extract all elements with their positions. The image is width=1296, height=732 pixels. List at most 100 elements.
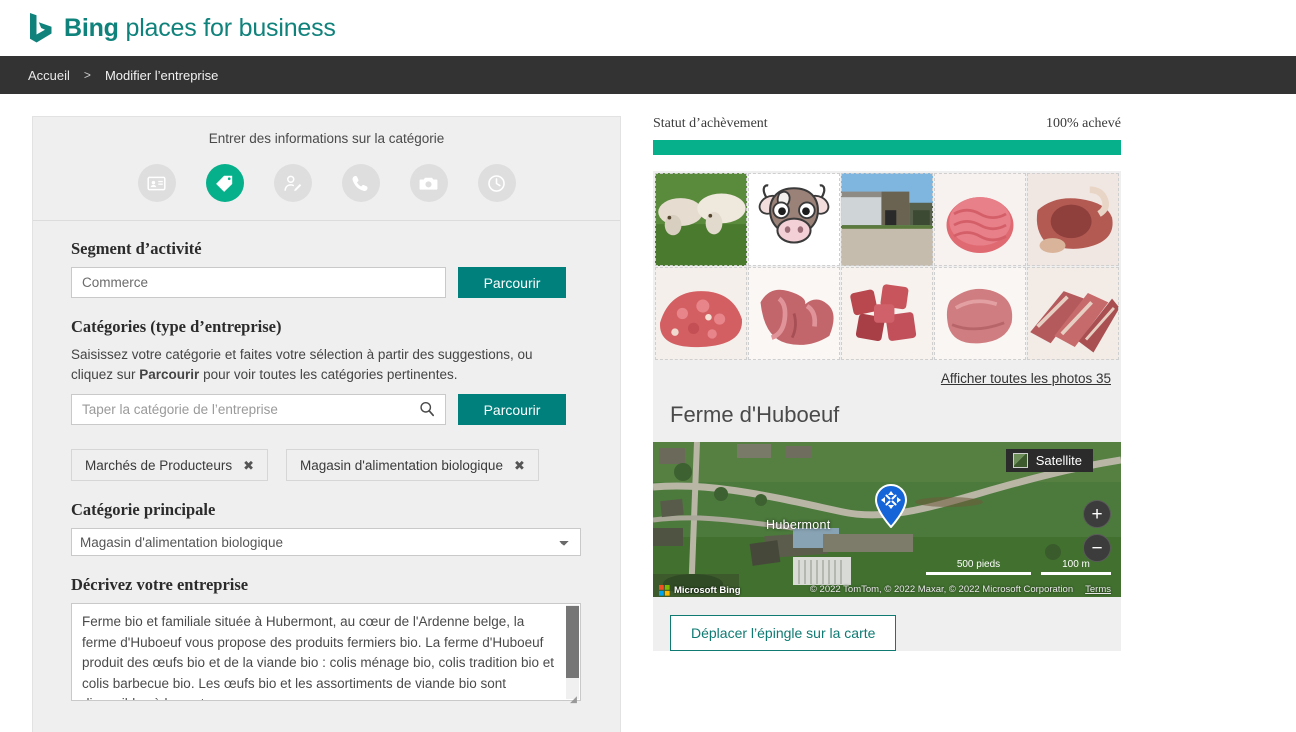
map-attribution: © 2022 TomTom, © 2022 Maxar, © 2022 Micr…	[653, 581, 1121, 597]
preview-column: Statut d’achèvement 100% achevé Afficher…	[653, 116, 1121, 732]
category-chip[interactable]: Marchés de Producteurs ✖	[71, 449, 268, 481]
chip-remove-icon[interactable]: ✖	[243, 459, 254, 472]
map-scale-metric-label: 100 m	[1062, 559, 1090, 570]
photo-thumbnail[interactable]	[655, 173, 747, 266]
categories-help-text: Saisissez votre catégorie et faites votr…	[71, 345, 556, 385]
move-pin-row: Déplacer l’épingle sur la carte	[653, 597, 1121, 651]
breadcrumb-current: Modifier l’entreprise	[104, 67, 219, 83]
photo-thumbnail[interactable]	[934, 173, 1026, 266]
completion-status-row: Statut d’achèvement 100% achevé	[653, 116, 1121, 140]
satellite-label: Satellite	[1035, 453, 1082, 468]
describe-wrapper: Ferme bio et familiale située à Hubermon…	[71, 603, 581, 706]
brand-logo[interactable]: Bing places for business	[28, 12, 336, 44]
tag-icon	[216, 175, 233, 192]
location-map[interactable]: Hubermont Satellite + − 500 pieds 100 m …	[653, 442, 1121, 597]
breadcrumb: Accueil > Modifier l’entreprise	[0, 56, 1296, 94]
photo-thumbnail[interactable]	[1027, 267, 1119, 360]
photo-grid	[653, 171, 1121, 362]
main-category-label: Catégorie principale	[71, 500, 216, 519]
beef-tongue-photo	[748, 267, 840, 360]
completion-progress-track	[653, 140, 1121, 155]
site-header: Bing places for business	[0, 0, 1296, 56]
segment-browse-button[interactable]: Parcourir	[458, 267, 566, 298]
photo-thumbnail[interactable]	[934, 267, 1026, 360]
segment-row: Parcourir	[71, 267, 582, 298]
person-edit-icon	[284, 175, 302, 191]
category-form-panel: Entrer des informations sur la catégorie	[32, 116, 621, 732]
photo-thumbnail[interactable]	[1027, 173, 1119, 266]
map-satellite-toggle[interactable]: Satellite	[1005, 449, 1093, 472]
business-preview-card: Afficher toutes les photos 35 Ferme d'Hu…	[653, 171, 1121, 651]
map-scale-imperial-bar	[926, 572, 1031, 575]
photo-thumbnail[interactable]	[841, 267, 933, 360]
brand-bold: Bing	[64, 13, 119, 42]
photo-thumbnail[interactable]	[748, 267, 840, 360]
chip-label: Marchés de Producteurs	[85, 457, 233, 473]
photo-thumbnail[interactable]	[841, 173, 933, 266]
step-camera-icon[interactable]	[409, 164, 448, 202]
map-terms-link[interactable]: Terms	[1085, 584, 1111, 595]
business-card-icon	[147, 176, 166, 190]
segment-label: Segment d’activité	[71, 239, 202, 258]
help-text-bold: Parcourir	[139, 367, 200, 382]
beef-ribs-photo	[1027, 267, 1119, 360]
camera-icon	[419, 177, 438, 190]
page-body: Entrer des informations sur la catégorie	[0, 94, 1296, 732]
map-attribution-text: © 2022 TomTom, © 2022 Maxar, © 2022 Micr…	[809, 583, 1074, 595]
category-input-wrap	[71, 394, 446, 425]
categories-label: Catégories (type d’entreprise)	[71, 317, 282, 336]
category-browse-button[interactable]: Parcourir	[458, 394, 566, 425]
all-photos-row: Afficher toutes les photos 35	[653, 362, 1121, 392]
photo-thumbnail[interactable]	[748, 173, 840, 266]
help-text-part2: pour voir toutes les catégories pertinen…	[199, 367, 458, 382]
step-tag-icon[interactable]	[205, 164, 244, 202]
map-place-label: Hubermont	[766, 518, 831, 532]
textarea-resize-handle[interactable]: ◢	[570, 695, 580, 705]
business-description-textarea[interactable]: Ferme bio et familiale située à Hubermon…	[71, 603, 581, 701]
step-phone-icon[interactable]	[341, 164, 380, 202]
map-zoom-out-button[interactable]: −	[1083, 534, 1111, 562]
beef-cubes-photo	[841, 267, 933, 360]
breadcrumb-separator: >	[83, 68, 91, 82]
map-scale-metric: 100 m	[1041, 559, 1111, 575]
completion-progress-fill	[653, 140, 1121, 155]
map-scale-imperial: 500 pieds	[926, 559, 1031, 575]
step-business-card-icon[interactable]	[137, 164, 176, 202]
step-person-edit-icon[interactable]	[273, 164, 312, 202]
cows-grazing-photo	[655, 173, 747, 266]
main-category-select[interactable]: Magasin d'alimentation biologique	[71, 528, 581, 556]
describe-label: Décrivez votre entreprise	[71, 575, 249, 594]
textarea-scrollbar-thumb[interactable]	[566, 606, 579, 678]
chip-label: Magasin d'alimentation biologique	[299, 457, 503, 473]
segment-input[interactable]	[71, 267, 446, 298]
step-title: Entrer des informations sur la catégorie	[208, 131, 445, 146]
selected-categories-list: Marchés de Producteurs ✖ Magasin d'alime…	[71, 449, 582, 481]
map-location-pin[interactable]	[874, 484, 908, 528]
category-chip[interactable]: Magasin d'alimentation biologique ✖	[285, 449, 539, 481]
phone-icon	[352, 175, 368, 191]
step-clock-icon[interactable]	[477, 164, 516, 202]
completion-status-value: 100% achevé	[1045, 116, 1121, 131]
brand-light: places for business	[118, 13, 336, 42]
view-all-photos-link[interactable]: Afficher toutes les photos 35	[941, 371, 1111, 386]
beef-roast-photo	[934, 267, 1026, 360]
beef-rib-chop-photo	[1027, 173, 1119, 266]
cow-cartoon-logo	[748, 173, 840, 266]
category-search-input[interactable]	[71, 394, 446, 425]
map-zoom-in-button[interactable]: +	[1083, 500, 1111, 528]
photo-thumbnail[interactable]	[655, 267, 747, 360]
minced-meat-photo	[655, 267, 747, 360]
move-pin-button[interactable]: Déplacer l’épingle sur la carte	[670, 615, 897, 651]
map-scale-imperial-label: 500 pieds	[956, 559, 1001, 570]
clock-icon	[488, 174, 505, 192]
satellite-swatch-icon	[1012, 453, 1028, 468]
map-scale-metric-bar	[1041, 572, 1111, 575]
form-body: Segment d’activité Parcourir Catégories …	[33, 221, 620, 732]
ground-beef-photo	[934, 173, 1026, 266]
bing-b-logo-icon	[30, 13, 52, 43]
farm-buildings-photo	[841, 173, 933, 266]
business-name: Ferme d'Huboeuf	[670, 402, 840, 427]
breadcrumb-home-link[interactable]: Accueil	[28, 68, 70, 83]
chip-remove-icon[interactable]: ✖	[514, 459, 525, 472]
step-header: Entrer des informations sur la catégorie	[33, 117, 620, 152]
